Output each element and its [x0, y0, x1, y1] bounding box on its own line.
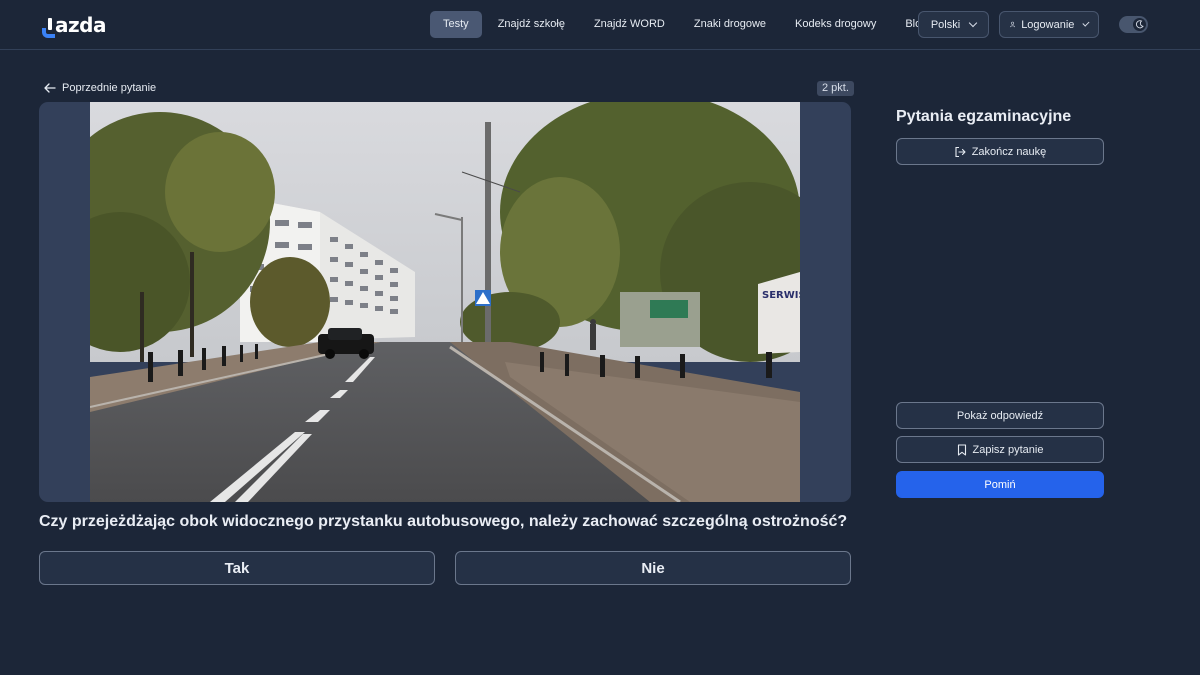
show-answer-label: Pokaż odpowiedź [956, 409, 1044, 422]
end-learning-label: Zakończ naukę [971, 145, 1047, 158]
theme-toggle[interactable] [1119, 16, 1148, 33]
question-media: SERWIS K [39, 102, 851, 502]
side-panel-title: Pytania egzaminacyjne [896, 108, 1072, 125]
top-navbar: azda Testy Znajdź szkołę Znajdź WORD Zna… [0, 0, 1200, 50]
shop-sign-text: SERWIS K [762, 290, 800, 301]
street-scene-image: SERWIS K [90, 102, 800, 502]
logo[interactable]: azda [42, 12, 106, 38]
language-label: Polski [930, 18, 961, 31]
skip-label: Pomiń [984, 478, 1016, 491]
chevron-down-icon [968, 18, 978, 28]
bookmark-icon [957, 443, 966, 456]
login-dropdown[interactable]: Logowanie [999, 11, 1099, 38]
logo-mark-icon [42, 14, 55, 38]
moon-icon [1133, 18, 1146, 31]
save-question-button[interactable]: Zapisz pytanie [896, 436, 1104, 463]
nav-item-testy[interactable]: Testy [430, 11, 482, 38]
arrow-left-icon [44, 83, 56, 93]
chevron-down-icon [1082, 19, 1090, 27]
main-nav: Testy Znajdź szkołę Znajdź WORD Znaki dr… [430, 11, 943, 38]
show-answer-button[interactable]: Pokaż odpowiedź [896, 402, 1104, 429]
points-badge: 2 pkt. [817, 81, 854, 96]
login-label: Logowanie [1021, 18, 1075, 31]
logout-icon [955, 146, 966, 157]
save-question-label: Zapisz pytanie [972, 443, 1044, 456]
previous-question-link[interactable]: Poprzednie pytanie [44, 80, 156, 96]
skip-button[interactable]: Pomiń [896, 471, 1104, 498]
nav-item-find-word[interactable]: Znajdź WORD [581, 11, 678, 38]
question-text: Czy przejeżdżając obok widocznego przyst… [39, 513, 848, 530]
nav-item-find-school[interactable]: Znajdź szkołę [485, 11, 578, 38]
end-learning-button[interactable]: Zakończ naukę [896, 138, 1104, 165]
language-dropdown[interactable]: Polski [918, 11, 989, 38]
answer-no-button[interactable]: Nie [455, 551, 851, 585]
previous-question-label: Poprzednie pytanie [62, 82, 157, 94]
answer-yes-button[interactable]: Tak [39, 551, 435, 585]
nav-item-traffic-code[interactable]: Kodeks drogowy [782, 11, 889, 38]
logo-text: azda [55, 13, 106, 37]
user-icon [1010, 21, 1015, 28]
nav-item-road-signs[interactable]: Znaki drogowe [681, 11, 779, 38]
